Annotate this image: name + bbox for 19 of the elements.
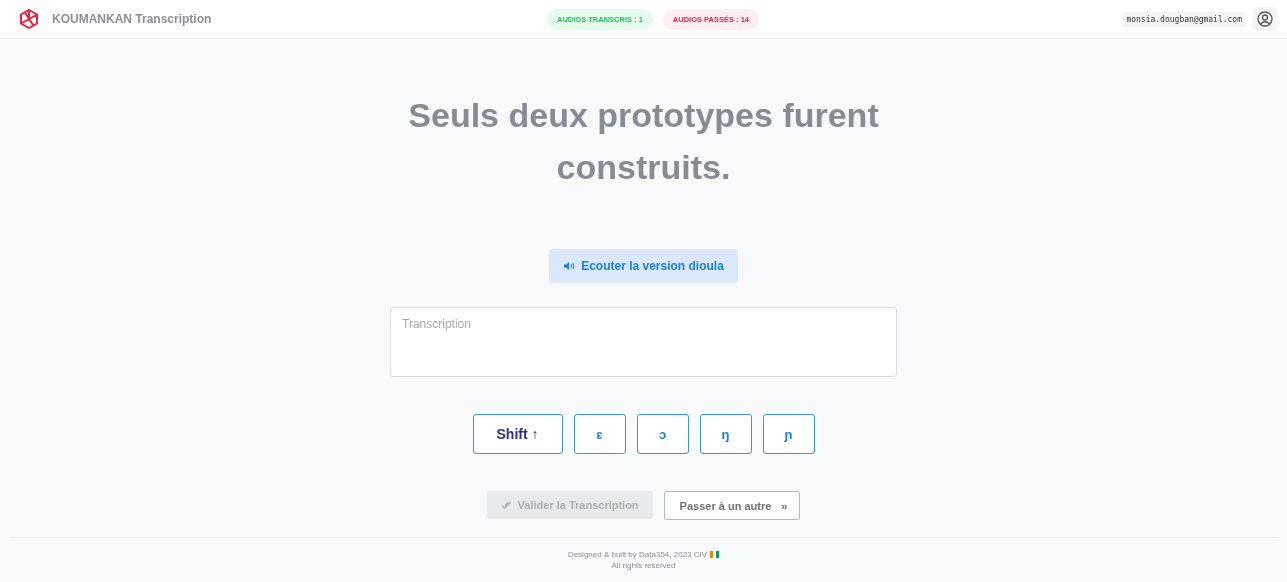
credit-text: Designed & built by Data354, 2023 CIV bbox=[567, 550, 708, 559]
character-key[interactable]: ŋ bbox=[699, 414, 752, 454]
profile-button[interactable] bbox=[1253, 7, 1277, 31]
user-icon bbox=[1257, 11, 1273, 27]
transcription-field[interactable]: Transcription bbox=[390, 307, 897, 377]
rights-text: All rights reserved bbox=[611, 561, 676, 570]
skip-button[interactable]: Passer à un autre » bbox=[663, 491, 801, 520]
check-icon bbox=[500, 501, 512, 509]
user-email: monsia.dougban@gmail.com bbox=[1123, 11, 1245, 27]
speaker-icon bbox=[563, 261, 576, 271]
shift-key[interactable]: Shift ↑ bbox=[472, 414, 563, 454]
character-key[interactable]: ɲ bbox=[762, 414, 815, 454]
character-key[interactable]: ɛ bbox=[573, 414, 626, 454]
flag-icon bbox=[710, 551, 720, 558]
logo-icon bbox=[20, 9, 38, 29]
app-title: KOUMANKAN Transcription bbox=[52, 12, 212, 26]
character-key[interactable]: ɔ bbox=[636, 414, 689, 454]
sentence-heading: Seuls deux prototypes furent construits. bbox=[407, 95, 880, 188]
listen-button[interactable]: Ecouter la version dioula bbox=[549, 249, 738, 283]
